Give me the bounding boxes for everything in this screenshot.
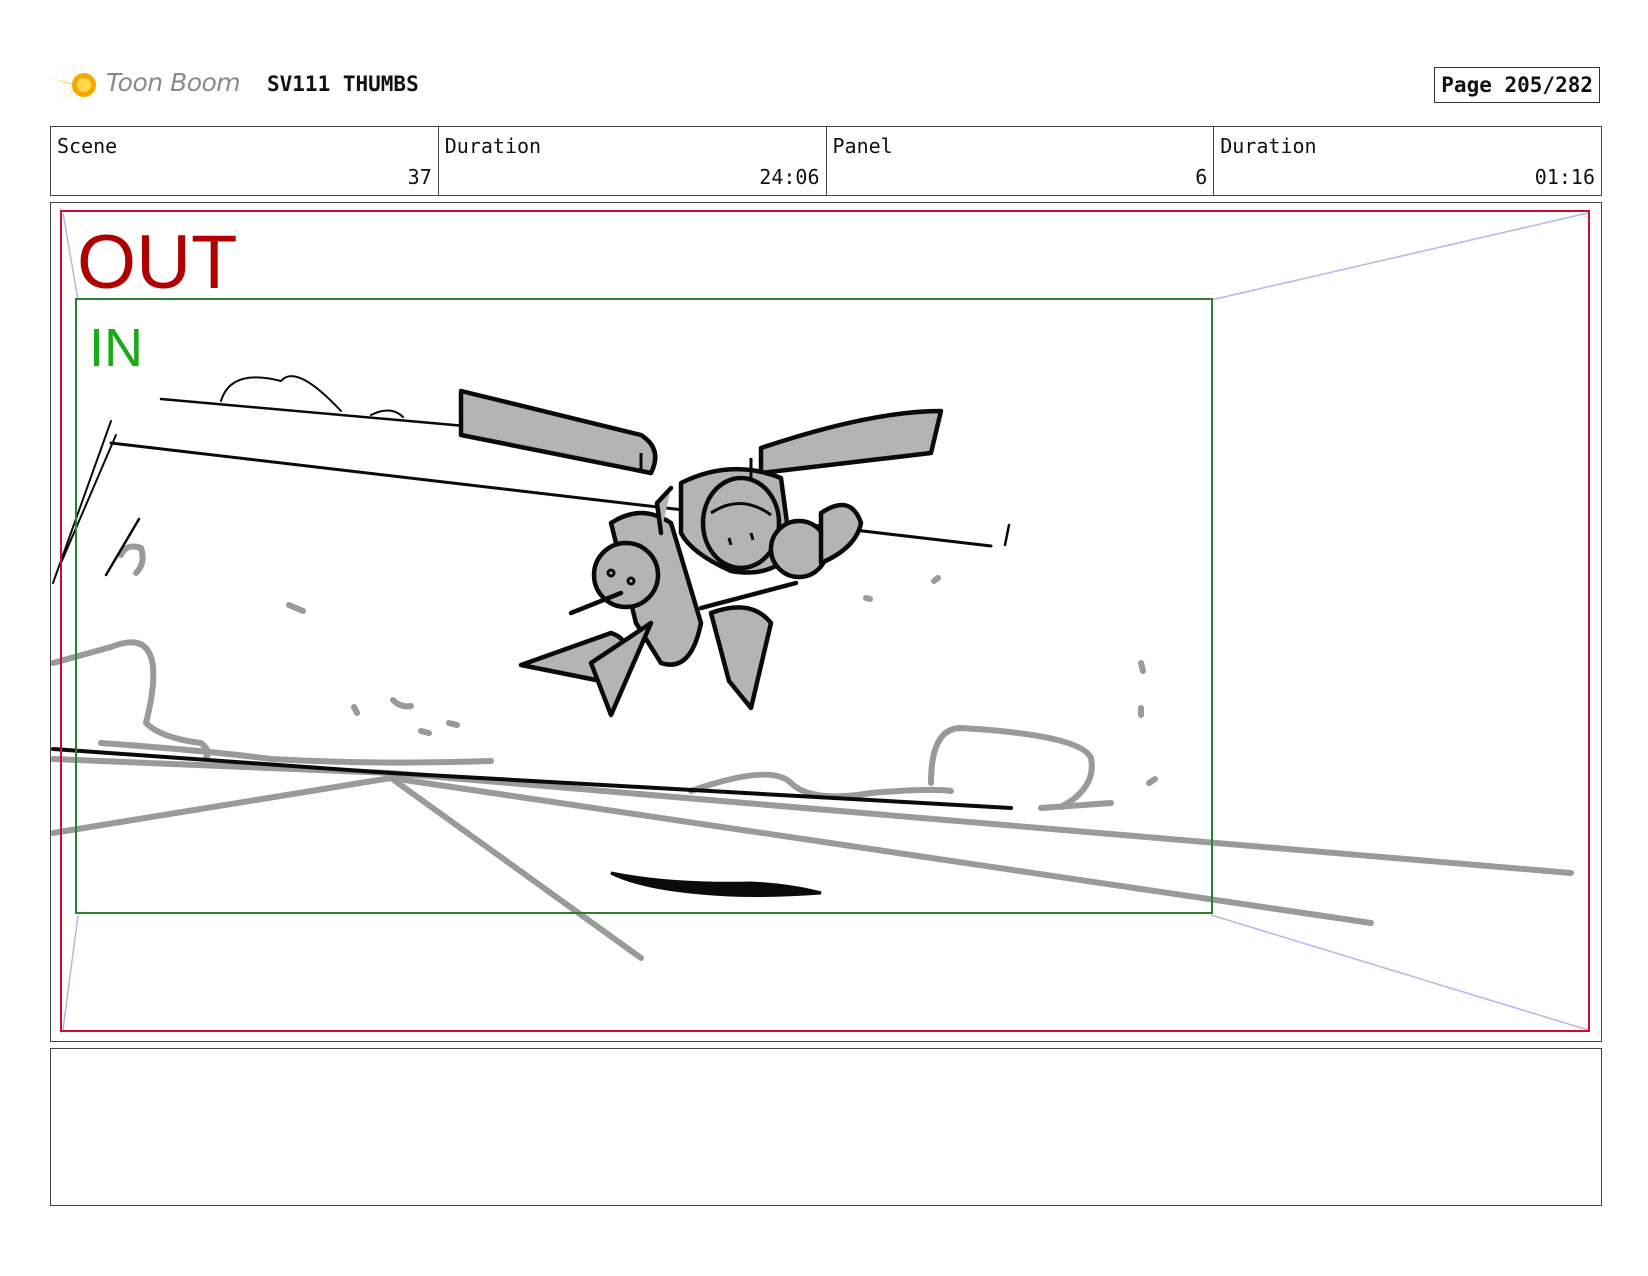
camera-move-lines [62,212,1589,1031]
panel-cell: Panel 6 [827,127,1215,195]
document-title: SV111 THUMBS [267,72,419,96]
out-frame [60,210,1590,1032]
panel-notes-box[interactable] [50,1048,1602,1206]
brand-name: Toon Boom [106,68,241,97]
scene-duration-label: Duration [444,134,542,158]
in-frame-label: IN [89,318,143,378]
scene-duration-cell: Duration 24:06 [439,127,827,195]
panel-drawing [51,210,1590,1032]
panel-duration-label: Duration [1220,134,1317,158]
toon-boom-logo-icon [50,60,96,106]
page-header: Toon Boom SV111 THUMBS Page 205/282 [50,58,1600,110]
panel-duration-value: 01:16 [1534,165,1595,189]
scene-info-table: Scene 37 Duration 24:06 Panel 6 Duration… [50,126,1602,196]
background-sketch [51,543,1574,961]
page-number: Page 205/282 [1434,67,1600,103]
panel-label: Panel [832,134,893,158]
creature-sketch [458,388,944,718]
panel-value: 6 [1195,165,1208,189]
scene-cell: Scene 37 [51,127,439,195]
scene-label: Scene [57,134,118,158]
storyboard-panel: OUT IN [50,202,1602,1042]
scene-value: 37 [407,165,432,189]
panel-duration-cell: Duration 01:16 [1214,127,1601,195]
out-frame-label: OUT [77,220,238,305]
scene-duration-value: 24:06 [759,165,820,189]
